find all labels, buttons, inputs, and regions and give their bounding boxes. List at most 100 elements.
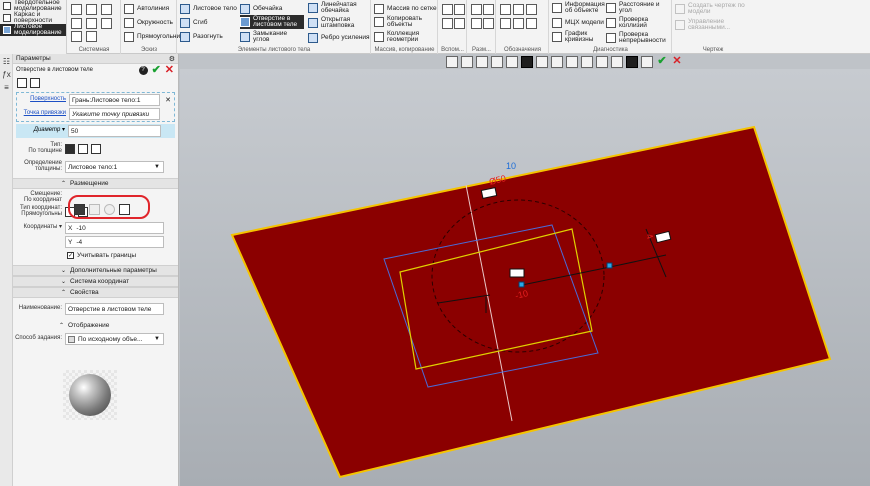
curvature-graph-button[interactable]: График кривизны — [552, 30, 605, 44]
dim-point-marker[interactable] — [606, 262, 613, 269]
cancel-icon[interactable]: ✕ — [165, 65, 174, 76]
base-icon[interactable] — [500, 18, 511, 29]
diameter-dim-icon[interactable] — [483, 18, 494, 29]
method-select[interactable]: По исходному объе... ▼ — [65, 333, 164, 345]
extra-params-header[interactable]: ⌄ Дополнительные параметры — [13, 265, 178, 276]
sheet-body-button[interactable]: Листовое тело — [180, 3, 237, 15]
ruled-shell-button[interactable]: Линейчатая обечайка — [308, 1, 367, 15]
diameter-label[interactable]: Диаметр ▾ — [16, 127, 68, 134]
x-value-box[interactable] — [509, 268, 525, 278]
anchor-point-marker[interactable] — [518, 281, 525, 288]
ok-check-icon[interactable]: ✔ — [152, 65, 161, 76]
unbend-button[interactable]: Разогнуть — [180, 31, 223, 43]
display-header[interactable]: ⌃ Отображение — [13, 319, 178, 332]
variables-icon[interactable]: ƒx — [1, 69, 12, 80]
properties-header[interactable]: ⌃ Свойства — [13, 287, 178, 298]
axis-icon[interactable] — [454, 4, 465, 15]
perspective-icon[interactable] — [551, 56, 563, 68]
circle-button[interactable]: Окружность — [124, 17, 173, 29]
help-icon[interactable]: ? — [138, 65, 148, 75]
thickness-select[interactable]: Листовое тело:1 ▼ — [65, 161, 164, 173]
zoom-window-icon[interactable] — [446, 56, 458, 68]
snap-icon[interactable] — [611, 56, 623, 68]
diameter-field[interactable]: 50 — [68, 125, 161, 137]
type-up-to-icon[interactable] — [91, 144, 101, 154]
orient-icon[interactable] — [506, 56, 518, 68]
placement-section-header[interactable]: ⌃ Размещение — [13, 178, 178, 189]
window-icon[interactable] — [101, 4, 112, 15]
cancel-x-icon[interactable]: ✕ — [671, 56, 683, 68]
linked-views-button[interactable]: Управление связанными... — [675, 18, 746, 32]
surface-label[interactable]: Поверхность — [17, 96, 69, 103]
corner-closure-button[interactable]: Замыкание углов — [240, 30, 297, 44]
tolerance-icon[interactable] — [513, 18, 524, 29]
properties-icon[interactable] — [101, 18, 112, 29]
copy-objects-button[interactable]: Копировать объекты — [374, 15, 431, 29]
save-icon[interactable] — [71, 18, 82, 29]
pencil-icon[interactable] — [500, 4, 511, 15]
object-info-button[interactable]: Информация об объекте — [552, 1, 613, 15]
clear-surface-icon[interactable]: ✕ — [165, 96, 171, 104]
pencil-edit-icon[interactable] — [641, 56, 653, 68]
angle-dim-icon[interactable] — [483, 4, 494, 15]
radius-dim-icon[interactable] — [471, 18, 482, 29]
anchor-point-label[interactable]: Точка привязки — [17, 110, 69, 117]
panel-settings-icon[interactable]: ⚙ — [169, 55, 175, 63]
rectangle-button[interactable]: Прямоугольник — [124, 31, 183, 43]
linear-dim-icon[interactable] — [471, 4, 482, 15]
point-icon[interactable] — [442, 18, 453, 29]
apply-check-icon[interactable]: ✔ — [656, 56, 668, 68]
print-icon[interactable] — [86, 18, 97, 29]
model-viewport[interactable]: Ø50 10 -10 4 — [180, 69, 870, 486]
redo-icon[interactable] — [86, 31, 97, 42]
display-mode-icon[interactable] — [536, 56, 548, 68]
name-field[interactable]: Отверстие в листовом теле — [65, 303, 164, 315]
undo-icon[interactable] — [71, 31, 82, 42]
geometry-collection-button[interactable]: Коллекция геометрии — [374, 30, 433, 44]
coord-system-header[interactable]: ⌄ Система координат — [13, 276, 178, 287]
mark-icon[interactable] — [526, 18, 537, 29]
bounds-checkbox[interactable]: ✓ Учитывать границы — [67, 252, 178, 259]
rotate-icon[interactable] — [491, 56, 503, 68]
section-icon[interactable] — [566, 56, 578, 68]
open-folder-icon[interactable] — [86, 4, 97, 15]
tree-icon[interactable]: ☷ — [1, 56, 12, 67]
sheet-hole-button[interactable]: Отверстие в листовом теле — [240, 15, 304, 29]
zoom-icon[interactable] — [461, 56, 473, 68]
new-file-icon[interactable] — [71, 4, 82, 15]
grid-array-button[interactable]: Массив по сетке — [374, 3, 437, 15]
pan-icon[interactable] — [476, 56, 488, 68]
y-field[interactable]: Y -4 — [65, 236, 164, 248]
bend-button[interactable]: Сгиб — [180, 17, 207, 29]
lcs-icon[interactable] — [454, 18, 465, 29]
coords-label[interactable]: Координаты ▾ — [13, 222, 65, 231]
plane-icon[interactable] — [442, 4, 453, 15]
layers-icon[interactable]: ≡ — [1, 82, 12, 93]
filter-icon[interactable] — [626, 56, 638, 68]
type-through-icon[interactable] — [65, 144, 75, 154]
continuity-check-button[interactable]: Проверка непрерывности — [606, 31, 679, 45]
grid-icon[interactable] — [596, 56, 608, 68]
autoline-button[interactable]: Автолиния — [124, 3, 169, 15]
preview-icon[interactable] — [17, 78, 27, 88]
anchor-point-field[interactable]: Укажите точку привязки — [69, 108, 160, 120]
sheet-plate[interactable] — [230, 125, 832, 479]
mass-props-button[interactable]: МЦХ модели — [552, 17, 604, 29]
create-drawing-button[interactable]: Создать чертеж по модели — [675, 2, 746, 16]
x-field[interactable]: X -10 — [65, 222, 164, 234]
type-depth-icon[interactable] — [78, 144, 88, 154]
leader-icon[interactable] — [513, 4, 524, 15]
hide-icon[interactable] — [581, 56, 593, 68]
distance-angle-button[interactable]: Расстояние и угол — [606, 1, 667, 15]
shell-button[interactable]: Обечайка — [240, 3, 282, 15]
open-stamp-button[interactable]: Открытая штамповка — [308, 16, 367, 30]
auto-create-icon[interactable] — [30, 78, 40, 88]
rib-button[interactable]: Ребро усиления — [308, 32, 370, 44]
nav-sheet-metal[interactable]: Листовое моделирование — [0, 23, 66, 36]
roughness-icon[interactable] — [526, 4, 537, 15]
anchor-point-link[interactable]: Точка привязки — [24, 110, 66, 116]
collision-check-button[interactable]: Проверка коллизий — [606, 16, 667, 30]
surface-field[interactable]: Грань:Листовое тело:1 — [69, 94, 160, 106]
surface-link[interactable]: Поверхность — [30, 96, 66, 102]
view-cube-icon[interactable] — [521, 56, 533, 68]
